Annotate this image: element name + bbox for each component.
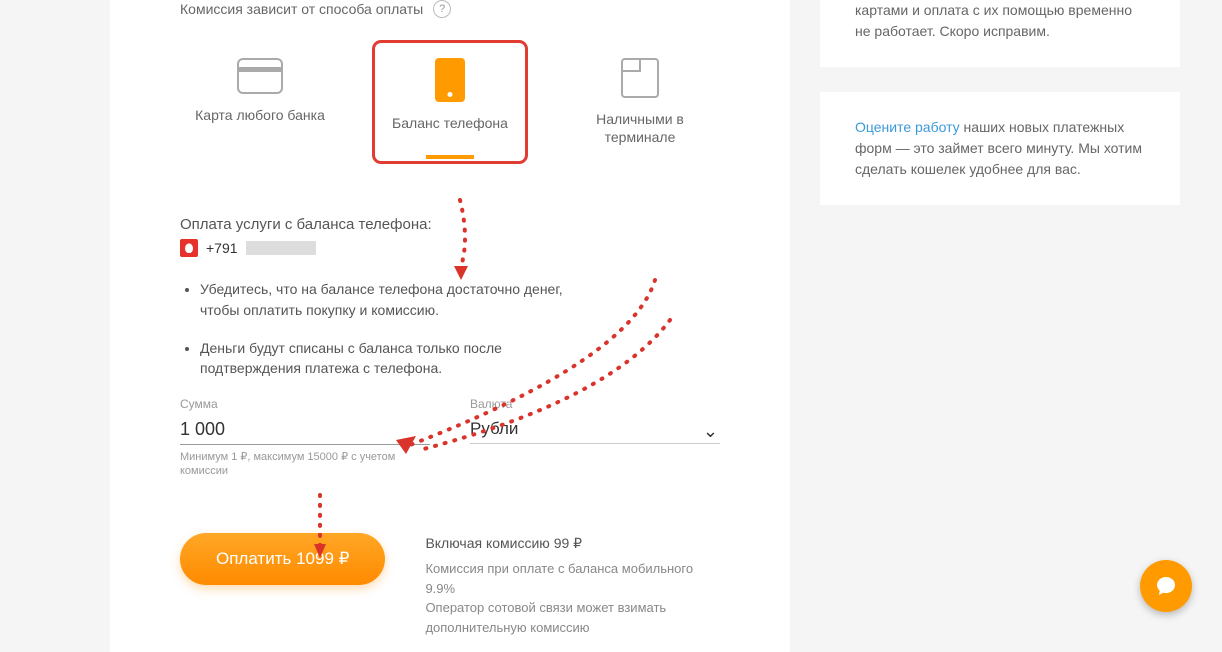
method-bank-card[interactable]: Карта любого банка — [185, 43, 335, 161]
sidebar-feedback-card: Оцените работу наших новых платежных фор… — [820, 92, 1180, 205]
method-card-label: Карта любого банка — [190, 106, 330, 124]
chevron-down-icon: ⌄ — [703, 421, 718, 442]
bullet-2: Деньги будут списаны с баланса только по… — [200, 338, 720, 379]
payment-methods: Карта любого банка Баланс телефона Налич… — [180, 43, 720, 161]
method-phone-label: Баланс телефона — [380, 114, 520, 132]
currency-field: Валюта Рубли ⌄ — [470, 397, 720, 479]
method-cash-terminal[interactable]: Наличными в терминале — [565, 43, 715, 161]
info-bullets: Убедитесь, что на балансе телефона доста… — [200, 279, 720, 378]
phone-number-prefix: +791 — [206, 240, 238, 256]
terminal-icon — [621, 58, 659, 98]
payment-form-panel: Комиссия зависит от способа оплаты ? Кар… — [110, 0, 790, 652]
help-icon[interactable]: ? — [433, 0, 451, 18]
feedback-link[interactable]: Оцените работу — [855, 119, 960, 135]
card-icon — [237, 58, 283, 94]
chat-icon — [1154, 574, 1178, 598]
sidebar-notice-card: картами и оплата с их помощью временно н… — [820, 0, 1180, 67]
commission-note-row: Комиссия зависит от способа оплаты ? — [180, 0, 720, 18]
method-cash-label: Наличными в терминале — [570, 110, 710, 146]
amount-input[interactable] — [180, 415, 430, 445]
fee-including: Включая комиссию 99 ₽ — [425, 533, 720, 554]
carrier-icon — [180, 239, 198, 257]
method-phone-balance[interactable]: Баланс телефона — [375, 43, 525, 161]
fee-operator-note: Оператор сотовой связи может взимать доп… — [425, 598, 720, 637]
fee-rate: Комиссия при оплате с баланса мобильного… — [425, 559, 720, 598]
fee-details: Включая комиссию 99 ₽ Комиссия при оплат… — [425, 533, 720, 637]
phone-icon — [435, 58, 465, 102]
phone-section-title: Оплата услуги с баланса телефона: — [180, 216, 720, 233]
active-indicator — [426, 155, 474, 159]
sidebar-notice: картами и оплата с их помощью временно н… — [855, 2, 1132, 39]
amount-hint: Минимум 1 ₽, максимум 15000 ₽ с учетом к… — [180, 450, 430, 479]
bullet-1: Убедитесь, что на балансе телефона доста… — [200, 279, 720, 320]
currency-value: Рубли — [470, 415, 720, 444]
amount-field: Сумма Минимум 1 ₽, максимум 15000 ₽ с уч… — [180, 397, 430, 479]
phone-number-row: +791 — [180, 239, 720, 257]
pay-button[interactable]: Оплатить 1099 ₽ — [180, 533, 385, 585]
currency-select[interactable]: Рубли ⌄ — [470, 415, 720, 444]
phone-number-masked — [246, 241, 316, 255]
amount-label: Сумма — [180, 397, 430, 411]
currency-label: Валюта — [470, 397, 720, 411]
chat-button[interactable] — [1140, 560, 1192, 612]
commission-note: Комиссия зависит от способа оплаты — [180, 1, 423, 17]
sidebar: картами и оплата с их помощью временно н… — [820, 0, 1180, 652]
